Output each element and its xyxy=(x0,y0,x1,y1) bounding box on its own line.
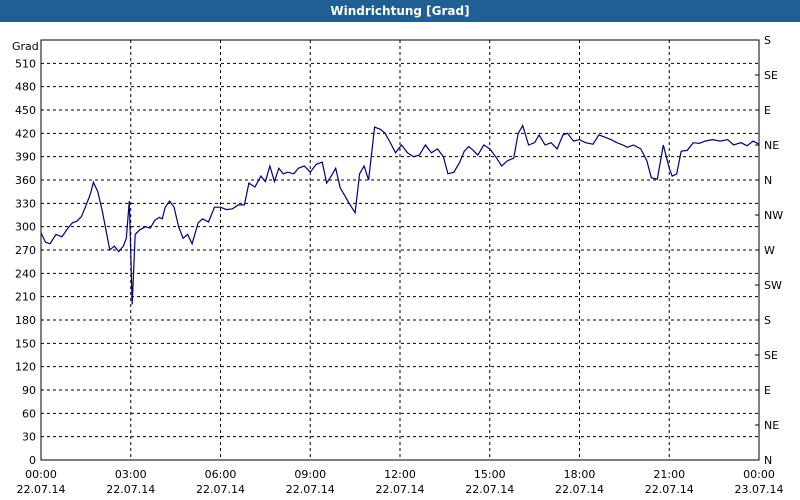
right-tick-label: SW xyxy=(764,279,782,292)
x-tick-date: 22.07.14 xyxy=(555,483,604,496)
y-tick-label: 330 xyxy=(15,197,36,210)
chart-title: Windrichtung [Grad] xyxy=(0,0,800,22)
y-tick-label: 60 xyxy=(22,407,36,420)
wind-direction-chart: 0 30 60 90 120 150 180 210 240 270 300 330 360 390 420… xyxy=(12,34,784,496)
x-tick-date: 22.07.14 xyxy=(17,483,66,496)
y-tick-label: 270 xyxy=(15,244,36,257)
right-tick-label: E xyxy=(764,384,771,397)
y-tick-label: 390 xyxy=(15,151,36,164)
y-tick-label: 180 xyxy=(15,314,36,327)
y-tick-label: 150 xyxy=(15,337,36,350)
x-tick-time: 09:00 xyxy=(294,468,326,481)
x-tick-time: 21:00 xyxy=(653,468,685,481)
x-tick-time: 15:00 xyxy=(474,468,506,481)
right-tick-label: NW xyxy=(764,209,783,222)
x-tick-date: 22.07.14 xyxy=(465,483,514,496)
right-tick-label: SE xyxy=(764,69,778,82)
right-tick-label: S xyxy=(764,34,771,47)
right-tick-label: E xyxy=(764,104,771,117)
x-tick-time: 00:00 xyxy=(743,468,775,481)
y-tick-label: 90 xyxy=(22,384,36,397)
y-tick-label: 240 xyxy=(15,267,36,280)
y-tick-label: 420 xyxy=(15,127,36,140)
right-tick-label: N xyxy=(764,454,772,467)
y-tick-label: 120 xyxy=(15,361,36,374)
right-tick-label: S xyxy=(764,314,771,327)
y-axis-label: Grad xyxy=(12,40,39,53)
y-tick-label: 480 xyxy=(15,81,36,94)
y-tick-label: 0 xyxy=(29,454,36,467)
x-tick-date: 22.07.14 xyxy=(376,483,425,496)
x-tick-date: 22.07.14 xyxy=(645,483,694,496)
y-axis-ticks: 0 30 60 90 120 150 180 210 240 270 300 330 360 390 420… xyxy=(15,57,36,467)
right-tick-label: N xyxy=(764,174,772,187)
y-tick-label: 300 xyxy=(15,221,36,234)
x-tick-time: 18:00 xyxy=(564,468,596,481)
y-tick-label: 510 xyxy=(15,57,36,70)
y-tick-label: 360 xyxy=(15,174,36,187)
x-tick-date: 22.07.14 xyxy=(286,483,335,496)
x-tick-date: 22.07.14 xyxy=(196,483,245,496)
y-tick-label: 450 xyxy=(15,104,36,117)
x-tick-date: 23.07.14 xyxy=(735,483,784,496)
x-tick-time: 00:00 xyxy=(25,468,57,481)
right-tick-label: W xyxy=(764,244,775,257)
y-tick-label: 210 xyxy=(15,291,36,304)
x-axis-ticks: 00:00 22.07.14 03:00 22.07.14 06:00 22.07.14 0… xyxy=(17,468,784,496)
right-tick-label: NE xyxy=(764,419,779,432)
x-tick-time: 06:00 xyxy=(205,468,237,481)
x-tick-date: 22.07.14 xyxy=(106,483,155,496)
x-tick-time: 12:00 xyxy=(384,468,416,481)
y-tick-label: 30 xyxy=(22,431,36,444)
x-tick-time: 03:00 xyxy=(115,468,147,481)
right-tick-label: NE xyxy=(764,139,779,152)
right-tick-label: SE xyxy=(764,349,778,362)
